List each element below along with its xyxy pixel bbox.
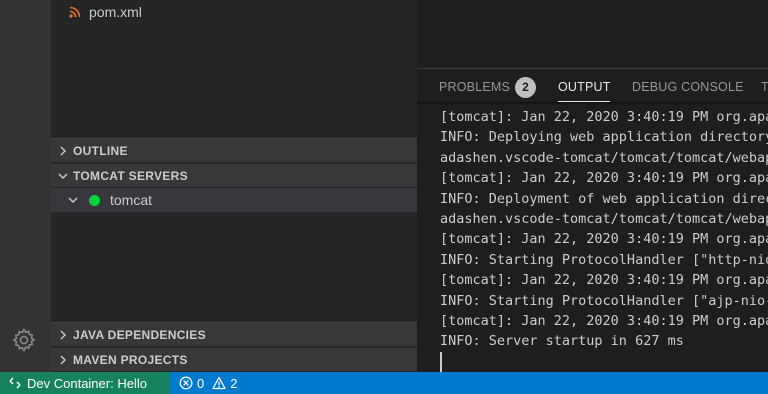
output-line: adashen.vscode-tomcat/tomcat/tomcat/weba…: [440, 210, 768, 227]
scroll-shadow: [417, 102, 768, 105]
tab-problems[interactable]: PROBLEMS: [439, 80, 510, 94]
section-label: JAVA DEPENDENCIES: [73, 327, 206, 342]
problems-status[interactable]: 0 2: [179, 372, 245, 394]
warning-count: 2: [230, 375, 238, 391]
bottom-panel: PROBLEMS 2 OUTPUT DEBUG CONSOLE T [tomca…: [417, 68, 768, 372]
output-line: INFO: Starting ProtocolHandler ["ajp-nio…: [440, 292, 768, 309]
activity-bar: [0, 0, 51, 372]
output-line: [tomcat]: Jan 22, 2020 3:40:19 PM org.ap…: [440, 272, 768, 289]
output-line: INFO: Starting ProtocolHandler ["http-ni…: [440, 251, 768, 268]
remote-connection-icon: [9, 377, 21, 389]
chevron-right-icon: [60, 146, 66, 155]
rss-icon: [69, 6, 81, 18]
server-status-dot: [89, 194, 100, 206]
status-bar: Dev Container: Hello 0 2: [0, 372, 768, 394]
remote-label: Dev Container: Hello: [27, 375, 147, 391]
output-line: [tomcat]: Jan 22, 2020 3:40:19 PM org.ap…: [440, 231, 768, 248]
section-java-dependencies[interactable]: JAVA DEPENDENCIES: [51, 322, 417, 346]
tab-output[interactable]: OUTPUT: [558, 80, 611, 94]
output-line: [tomcat]: Jan 22, 2020 3:40:19 PM org.ap…: [440, 312, 768, 329]
output-log[interactable]: [tomcat]: Jan 22, 2020 3:40:19 PM org.ap…: [440, 107, 768, 373]
chevron-right-icon: [60, 330, 66, 339]
error-icon: [179, 376, 193, 390]
section-maven-projects[interactable]: MAVEN PROJECTS: [51, 347, 417, 371]
output-line: INFO: Server startup in 627 ms: [440, 333, 684, 350]
output-line: [tomcat]: Jan 22, 2020 3:40:19 PM org.ap…: [440, 170, 768, 187]
problems-count-badge: 2: [515, 77, 536, 98]
section-label: MAVEN PROJECTS: [73, 352, 188, 367]
error-count: 0: [197, 375, 205, 391]
server-item-tomcat[interactable]: tomcat: [51, 188, 417, 212]
output-line: INFO: Deployment of web application dire…: [440, 190, 768, 207]
section-label: OUTLINE: [73, 143, 128, 158]
tab-debug-console[interactable]: DEBUG CONSOLE: [632, 80, 744, 94]
editor-area[interactable]: [417, 0, 768, 68]
chevron-down-icon: [58, 173, 68, 179]
panel-tabs: PROBLEMS 2 OUTPUT DEBUG CONSOLE T: [417, 69, 768, 104]
file-label: pom.xml: [89, 4, 142, 20]
tab-terminal[interactable]: T: [761, 80, 768, 94]
output-line: INFO: Deploying web application director…: [440, 129, 768, 146]
gear-icon[interactable]: [11, 327, 37, 353]
output-line: [tomcat]: Jan 22, 2020 3:40:19 PM org.ap…: [440, 109, 768, 125]
file-item-pom[interactable]: pom.xml: [51, 0, 417, 24]
section-label: TOMCAT SERVERS: [73, 168, 188, 183]
remote-indicator[interactable]: Dev Container: Hello: [0, 372, 170, 394]
output-line: adashen.vscode-tomcat/tomcat/tomcat/weba…: [440, 149, 768, 166]
section-tomcat-servers[interactable]: TOMCAT SERVERS: [51, 163, 417, 187]
section-outline[interactable]: OUTLINE: [51, 138, 417, 162]
chevron-right-icon: [60, 355, 66, 364]
warning-icon: [212, 376, 226, 390]
server-label: tomcat: [110, 192, 153, 208]
sidebar: pom.xml OUTLINE TOMCAT SERVERS tomcat JA…: [51, 0, 417, 372]
text-cursor: [440, 352, 442, 372]
chevron-down-icon[interactable]: [65, 192, 81, 208]
